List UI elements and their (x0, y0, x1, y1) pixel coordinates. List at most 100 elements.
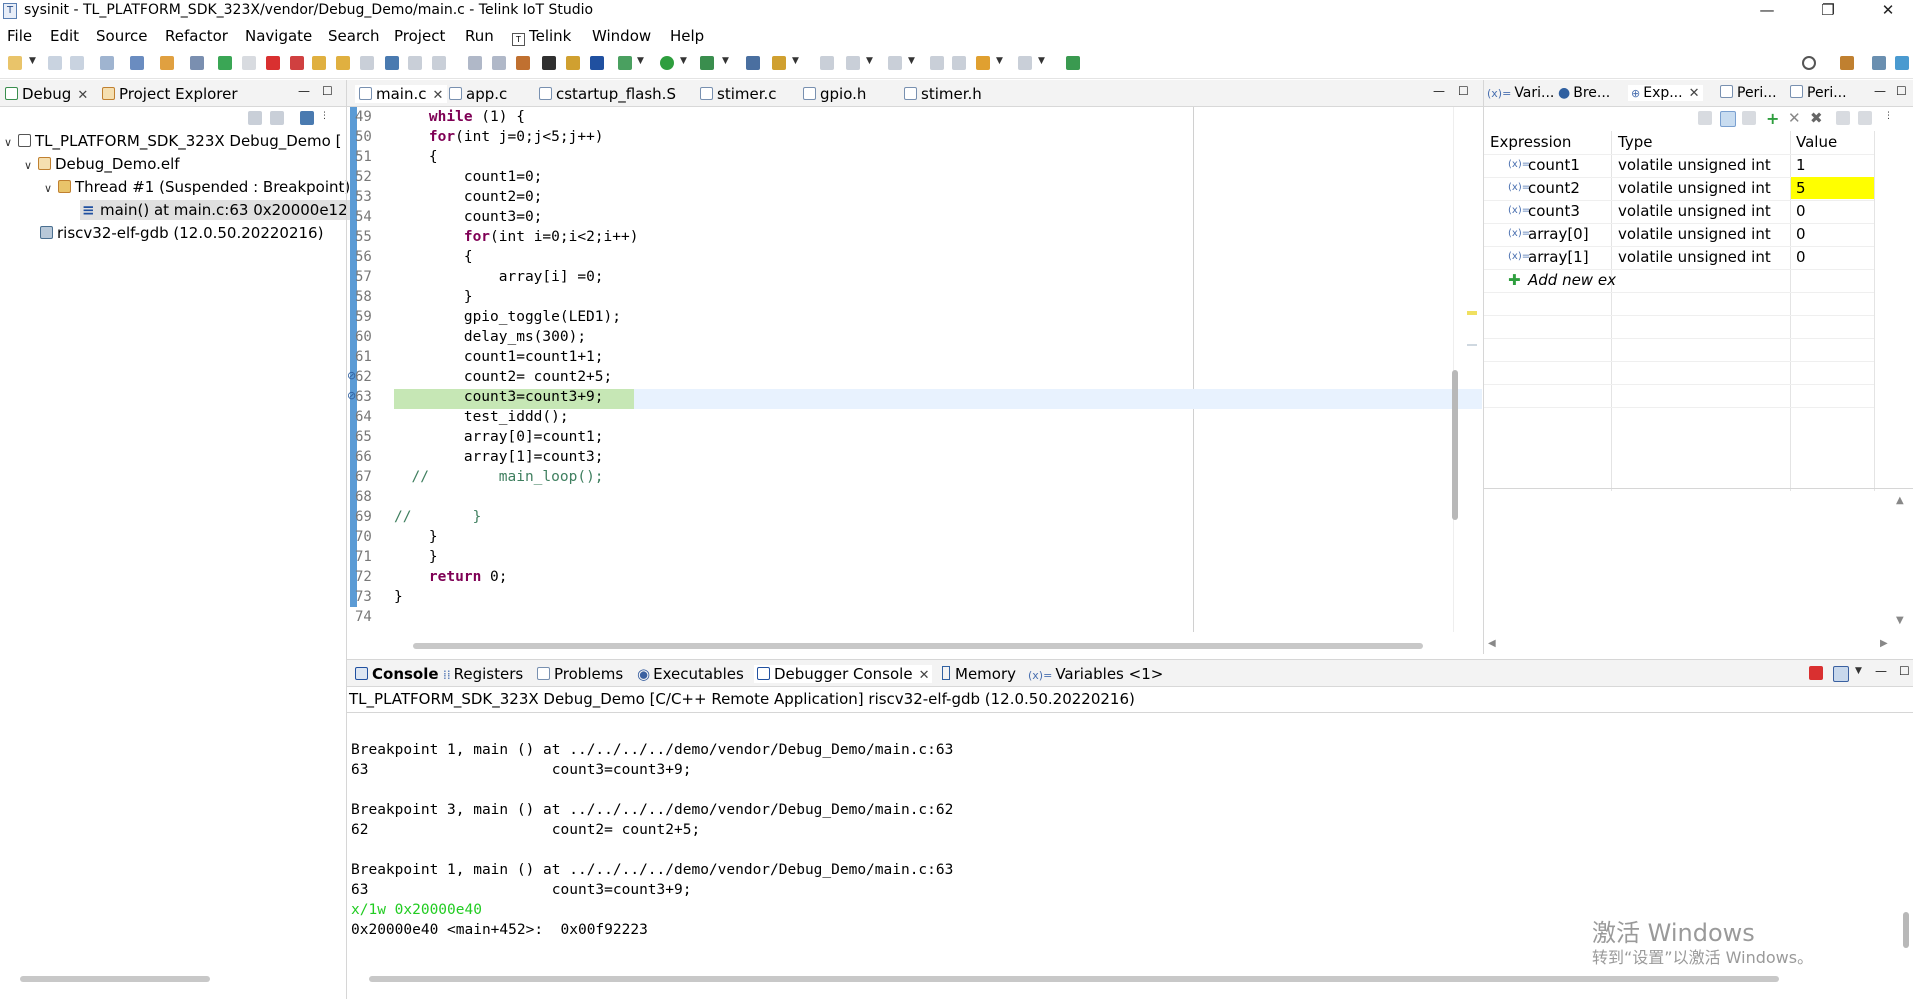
skip-breakpoints-icon[interactable] (190, 56, 204, 70)
console-vscrollbar[interactable] (1903, 912, 1909, 948)
memory-icon[interactable] (566, 56, 580, 70)
collapse-all-icon[interactable] (248, 111, 262, 125)
code-line[interactable]: delay_ms(300); (394, 327, 1294, 347)
step-over-icon[interactable] (336, 56, 350, 70)
prev-annotation-icon[interactable] (888, 56, 902, 70)
back-dropdown-icon[interactable]: ▼ (996, 56, 1003, 66)
add-new-expression-row[interactable]: ✚ Add new ex (1484, 269, 1874, 293)
code-line[interactable]: array[1]=count3; (394, 447, 1294, 467)
minimize-button[interactable]: — (1747, 0, 1787, 22)
code-line[interactable]: while (1) { (394, 107, 1294, 127)
debug-run-icon[interactable] (618, 56, 632, 70)
editor-hscrollbar[interactable] (413, 643, 1423, 649)
debug-config-icon[interactable] (130, 56, 144, 70)
step-into-icon[interactable] (312, 56, 326, 70)
tab-problems[interactable]: Problems (537, 665, 623, 683)
back-icon[interactable] (976, 56, 990, 70)
code-line[interactable]: return 0; (394, 567, 1294, 587)
expression-row[interactable]: (x)= array[1] volatile unsigned int 0 (1484, 246, 1874, 270)
tab-gpio-h[interactable]: gpio.h (803, 85, 866, 103)
code-line[interactable]: { (394, 147, 1294, 167)
close-icon[interactable]: ✕ (433, 88, 444, 103)
maximize-view-icon[interactable]: ☐ (322, 84, 333, 98)
maximize-view-icon[interactable]: ☐ (1458, 84, 1469, 98)
code-line[interactable]: // main_loop(); (394, 467, 1294, 487)
code-line[interactable]: count1=count1+1; (394, 347, 1294, 367)
tree-item-gdb[interactable]: riscv32-elf-gdb (12.0.50.20220216) (40, 224, 323, 242)
chip-icon[interactable] (542, 56, 556, 70)
column-value[interactable]: Value (1796, 133, 1837, 151)
next-annotation-icon[interactable] (846, 56, 860, 70)
close-icon[interactable]: ✕ (1689, 86, 1700, 101)
tree-item-stack-frame[interactable]: ≡ main() at main.c:63 0x20000e12 (80, 200, 352, 220)
scroll-right-icon[interactable]: ▶ (1880, 638, 1888, 649)
annotation-icon[interactable] (820, 56, 834, 70)
telink-tool-icon[interactable] (516, 56, 530, 70)
close-icon[interactable]: ✕ (919, 668, 930, 683)
next-annotation-dropdown-icon[interactable]: ▼ (866, 56, 873, 66)
tab-console[interactable]: Console (355, 665, 439, 683)
save-all-icon[interactable] (70, 56, 84, 70)
tab-peripherals-1[interactable]: Peri... (1720, 85, 1777, 101)
forward-icon[interactable] (1018, 56, 1032, 70)
scroll-left-icon[interactable]: ◀ (1488, 638, 1496, 649)
tree-item-elf[interactable]: ∨ Debug_Demo.elf (24, 155, 180, 173)
export-icon[interactable] (1836, 111, 1850, 125)
terminate-icon[interactable] (1809, 666, 1823, 680)
expression-row[interactable]: (x)= count2 volatile unsigned int 5 (1484, 177, 1874, 201)
external-tools-icon[interactable] (700, 56, 714, 70)
editor-vscrollbar[interactable] (1452, 370, 1458, 520)
tab-stimer-c[interactable]: stimer.c (700, 85, 777, 103)
forward-edit-icon[interactable] (952, 56, 966, 70)
remove-all-icon[interactable]: ✖ (1810, 109, 1823, 127)
code-line[interactable]: gpio_toggle(LED1); (394, 307, 1294, 327)
code-line[interactable]: { (394, 247, 1294, 267)
code-line[interactable] (394, 487, 1294, 507)
add-watch-icon[interactable]: + (1766, 109, 1779, 128)
open-task-icon[interactable] (772, 56, 786, 70)
column-expression[interactable]: Expression (1490, 133, 1571, 151)
new-icon[interactable] (8, 56, 22, 70)
tab-variables[interactable]: (x)= Vari... (1487, 85, 1554, 101)
last-edit-icon[interactable] (930, 56, 944, 70)
code-line[interactable]: count3=count3+9; (394, 387, 1294, 407)
terminate-icon[interactable] (266, 56, 280, 70)
tab-debugger-console[interactable]: Debugger Console ✕ (754, 665, 933, 683)
build-icon[interactable] (100, 56, 114, 70)
pin-editor-icon[interactable] (1066, 56, 1080, 70)
code-line[interactable]: count2= count2+5; (394, 367, 1294, 387)
show-logical-structure-icon[interactable] (1720, 111, 1736, 127)
code-line[interactable]: for(int i=0;i<2;i++) (394, 227, 1294, 247)
tab-expressions[interactable]: ⊕ Exp... ✕ (1628, 85, 1703, 101)
column-type[interactable]: Type (1618, 133, 1652, 151)
new-dropdown-icon[interactable]: ▼ (29, 56, 36, 66)
menu-telink[interactable]: T Telink (512, 27, 571, 46)
menu-edit[interactable]: Edit (50, 27, 79, 45)
close-icon[interactable]: ✕ (77, 88, 88, 103)
show-type-names-icon[interactable] (1698, 111, 1712, 125)
minimize-view-icon[interactable]: — (298, 84, 310, 98)
external-tools-dropdown-icon[interactable]: ▼ (722, 56, 729, 66)
menu-file[interactable]: File (7, 27, 32, 45)
minimize-view-icon[interactable]: — (1875, 664, 1887, 678)
expression-details-pane[interactable]: ▲ ▼ (1484, 489, 1913, 637)
tab-variables-1[interactable]: (x)= Variables <1> (1028, 665, 1163, 683)
menu-run[interactable]: Run (465, 27, 494, 45)
suspend-icon[interactable] (242, 56, 256, 70)
expression-value[interactable]: 1 (1796, 156, 1806, 174)
prev-annotation-dropdown-icon[interactable]: ▼ (908, 56, 915, 66)
instruction-step-icon[interactable] (385, 56, 399, 70)
code-line[interactable]: } (394, 287, 1294, 307)
code-line[interactable]: count3=0; (394, 207, 1294, 227)
expression-value[interactable]: 5 (1796, 179, 1806, 197)
task-dropdown-icon[interactable]: ▼ (792, 56, 799, 66)
code-line[interactable]: test_iddd(); (394, 407, 1294, 427)
tab-breakpoints[interactable]: ● Bre... (1558, 85, 1610, 101)
tab-stimer-h[interactable]: stimer.h (904, 85, 982, 103)
code-line[interactable]: } (394, 527, 1294, 547)
scroll-up-icon[interactable]: ▲ (1896, 495, 1904, 506)
menu-navigate[interactable]: Navigate (245, 27, 312, 45)
tree-item-thread[interactable]: ∨ Thread #1 (Suspended : Breakpoint) (44, 178, 350, 196)
tab-executables[interactable]: ◉ Executables (637, 665, 744, 683)
chevron-down-icon[interactable]: ∨ (4, 136, 18, 149)
